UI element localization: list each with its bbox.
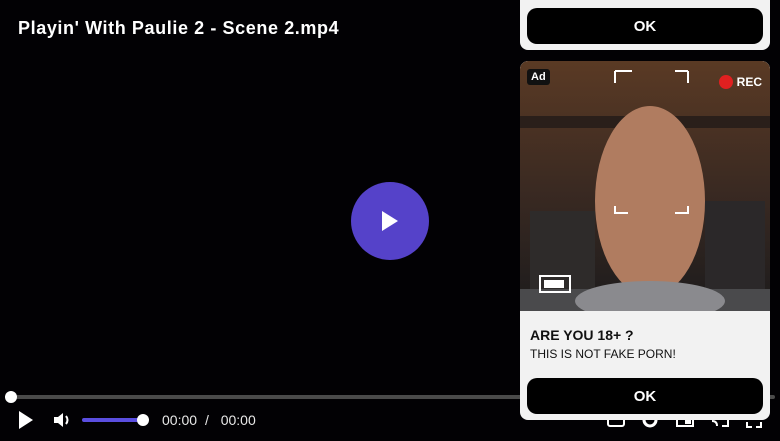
current-time: 00:00 [162, 412, 198, 428]
volume-handle[interactable] [137, 414, 149, 426]
play-icon [382, 211, 398, 231]
video-title: Playin' With Paulie 2 - Scene 2.mp4 [18, 18, 340, 38]
ad-image[interactable]: Ad REC [520, 61, 770, 311]
volume-icon [54, 413, 69, 427]
volume-slider[interactable] [82, 418, 144, 422]
ad-ok-button[interactable]: OK [527, 378, 763, 414]
mute-button[interactable] [50, 406, 74, 434]
big-play-button[interactable] [351, 182, 429, 260]
rec-dot-icon [718, 75, 733, 89]
progress-handle[interactable] [5, 391, 17, 403]
ad-subtext: THIS IS NOT FAKE PORN! [530, 347, 676, 361]
play-icon [19, 411, 33, 429]
ad-top-ok-button[interactable]: OK [527, 8, 763, 44]
ad-headline: ARE YOU 18+ ? [530, 327, 634, 343]
time-separator: / [204, 412, 209, 428]
ad-badge: Ad [527, 69, 550, 85]
play-button[interactable] [14, 406, 38, 434]
ad-photo [520, 61, 770, 311]
time-display: 00:00 / 00:00 [162, 412, 256, 428]
rec-label: REC [736, 75, 762, 89]
rec-indicator: REC [718, 75, 762, 89]
duration: 00:00 [220, 412, 256, 428]
ad-card[interactable]: Ad REC ARE YOU 18+ ? THIS IS NOT FAKE PO… [520, 61, 770, 420]
ad-top-panel: OK [520, 0, 770, 50]
